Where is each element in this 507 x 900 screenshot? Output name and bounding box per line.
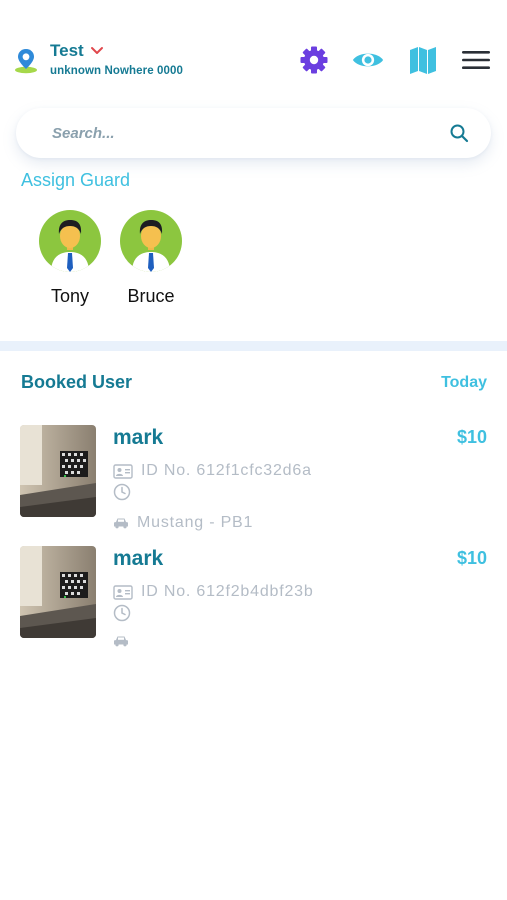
hamburger-menu-icon	[462, 51, 490, 69]
car-icon	[114, 636, 128, 647]
date-filter-today[interactable]: Today	[441, 374, 487, 392]
search-input[interactable]	[52, 108, 432, 158]
booking-user-name: mark	[113, 547, 164, 570]
booking-thumbnail	[20, 425, 96, 517]
gear-icon	[300, 46, 328, 74]
view-button[interactable]	[351, 43, 385, 77]
app-header: Test unknown Nowhere 0000	[0, 0, 507, 100]
booking-price: $10	[456, 548, 487, 568]
booking-list-item[interactable]: mark $10 ID No. 612f2b4dbf23b	[0, 541, 507, 651]
guard-name: Tony	[50, 286, 90, 306]
guard-name: Bruce	[127, 286, 175, 306]
location-subtitle: unknown Nowhere 0000	[50, 65, 184, 77]
section-divider	[0, 341, 507, 351]
map-button[interactable]	[406, 43, 440, 77]
clock-icon	[113, 483, 131, 501]
booking-list-item[interactable]: mark $10 ID No. 612f1cfc32d6a Mustang - …	[0, 420, 507, 532]
map-icon	[410, 47, 436, 74]
person-avatar-icon	[51, 220, 89, 272]
assign-guard-title: Assign Guard	[21, 170, 131, 190]
guard-item-tony[interactable]: Tony	[25, 210, 115, 307]
location-selector[interactable]: Test	[50, 41, 104, 61]
chevron-down-icon	[90, 47, 103, 54]
settings-button[interactable]	[297, 43, 331, 77]
booking-thumbnail	[20, 546, 96, 638]
person-avatar-icon	[132, 220, 170, 272]
avatar	[120, 210, 182, 272]
clock-icon	[113, 604, 131, 622]
location-title: Test	[50, 41, 84, 60]
avatar	[39, 210, 101, 272]
booking-vehicle-row	[113, 635, 137, 647]
id-card-icon	[113, 584, 133, 600]
booking-user-name: mark	[113, 426, 164, 449]
booking-id-text: ID No. 612f1cfc32d6a	[141, 462, 312, 479]
booking-id-row: ID No. 612f1cfc32d6a	[113, 462, 312, 480]
booking-vehicle-row: Mustang - PB1	[113, 514, 253, 532]
search-bar	[16, 108, 491, 158]
booking-id-text: ID No. 612f2b4dbf23b	[141, 583, 314, 600]
eye-icon	[352, 53, 384, 67]
booking-vehicle-text: Mustang - PB1	[137, 514, 254, 531]
booked-user-title: Booked User	[21, 372, 133, 392]
location-pin-icon	[15, 49, 37, 74]
guard-item-bruce[interactable]: Bruce	[106, 210, 196, 307]
booking-id-row: ID No. 612f2b4dbf23b	[113, 583, 314, 601]
id-card-icon	[113, 463, 133, 479]
menu-button[interactable]	[459, 43, 493, 77]
booking-time-row	[113, 604, 139, 622]
search-icon[interactable]	[449, 123, 469, 143]
booking-price: $10	[456, 427, 487, 447]
car-icon	[114, 518, 128, 529]
booking-time-row	[113, 483, 139, 501]
